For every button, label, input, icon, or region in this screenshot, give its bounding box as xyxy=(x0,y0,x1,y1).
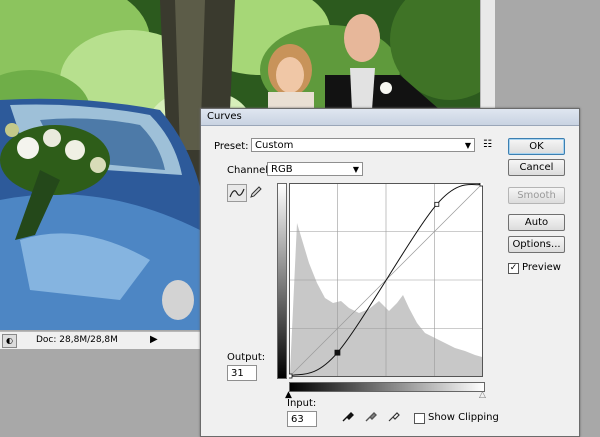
preset-options-icon[interactable]: ☷ xyxy=(483,139,492,150)
pencil-tool-icon[interactable] xyxy=(249,185,263,202)
black-eyedropper-icon[interactable] xyxy=(341,409,355,426)
preset-label: Preset: xyxy=(214,141,249,152)
curve-point[interactable] xyxy=(479,181,485,187)
play-arrow-icon[interactable]: ▶ xyxy=(150,334,158,345)
output-field[interactable]: 31 xyxy=(227,365,257,381)
white-eyedropper-icon[interactable] xyxy=(387,409,401,426)
curve-point-selected[interactable] xyxy=(334,349,341,356)
gray-eyedropper-icon[interactable] xyxy=(364,409,378,426)
channel-label: Channel: xyxy=(227,165,272,176)
preview-checkbox[interactable]: ✓ xyxy=(508,263,519,274)
zoom-icon[interactable]: ◐ xyxy=(2,334,17,348)
curves-graph[interactable] xyxy=(287,181,485,379)
channel-value: RGB xyxy=(271,164,293,175)
preset-value: Custom xyxy=(255,140,294,151)
show-clipping-checkbox[interactable] xyxy=(414,413,425,424)
output-label: Output: xyxy=(227,352,266,363)
input-label: Input: xyxy=(287,398,317,409)
curve-point[interactable] xyxy=(434,201,440,207)
output-gradient-bar xyxy=(277,183,287,379)
chevron-down-icon: ▼ xyxy=(464,141,471,150)
curves-dialog: Curves Preset: Custom ▼ ☷ Channel: RGB ▼ xyxy=(200,108,580,437)
doc-size-text: Doc: 28,8M/28,8M xyxy=(36,335,118,345)
cancel-button[interactable]: Cancel xyxy=(508,159,565,176)
curve-point-tool-icon[interactable] xyxy=(227,184,247,202)
document-status-bar: ◐ Doc: 28,8M/28,8M ▶ xyxy=(0,331,200,349)
channel-select[interactable]: RGB ▼ xyxy=(267,162,363,176)
input-field[interactable]: 63 xyxy=(287,411,317,427)
preset-select[interactable]: Custom ▼ xyxy=(251,138,475,152)
curve-point[interactable] xyxy=(287,373,293,379)
ok-button[interactable]: OK xyxy=(508,138,565,155)
smooth-button[interactable]: Smooth xyxy=(508,187,565,204)
workspace-background-bottom xyxy=(0,349,200,435)
dialog-titlebar[interactable]: Curves xyxy=(201,109,579,126)
dialog-title: Curves xyxy=(207,111,242,122)
preview-label: Preview xyxy=(522,262,561,273)
chevron-down-icon: ▼ xyxy=(352,165,359,174)
workspace-background-right xyxy=(578,110,600,435)
show-clipping-label: Show Clipping xyxy=(428,412,499,423)
white-point-slider-icon[interactable]: △ xyxy=(479,390,486,400)
workspace-background xyxy=(495,0,600,110)
input-gradient-bar xyxy=(289,382,485,392)
auto-button[interactable]: Auto xyxy=(508,214,565,231)
options-button[interactable]: Options... xyxy=(508,236,565,253)
